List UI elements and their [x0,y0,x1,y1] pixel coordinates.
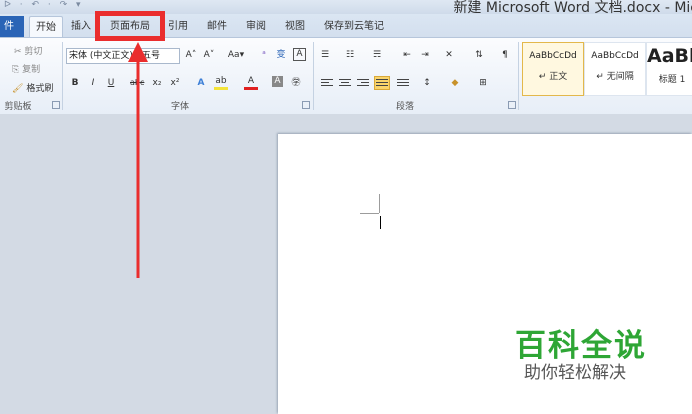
show-marks-icon[interactable]: ¶ [498,48,512,62]
superscript-button[interactable]: x² [168,76,182,90]
tab-file[interactable]: 件 [0,16,24,37]
style-heading-1[interactable]: AaBb 标题 1 [646,42,692,96]
clear-formatting-button[interactable]: ᵃ [257,48,271,62]
style-sample: AaBb [647,45,692,67]
cut-label: 剪切 [24,47,43,57]
tab-references[interactable]: 引用 [166,16,190,37]
align-center-button[interactable] [338,77,352,89]
margin-mark [360,213,379,214]
distributed-button[interactable] [396,77,410,89]
arrow-head-icon [128,42,148,62]
tab-insert[interactable]: 插入 [68,16,94,37]
format-painter-label: 格式刷 [26,84,54,94]
ribbon: ✂ 剪切 ⎘ 复制 🖌 格式刷 剪贴板 宋体 (中文正文) 五号 A˄ A˅ A… [0,37,692,115]
quick-access-toolbar[interactable]: ᐅ · ↶ · ↷ ▾ [4,0,84,14]
document-page[interactable] [278,134,692,414]
paint-bucket-icon[interactable]: ◆ [448,76,462,90]
style-sample: AaBbCcDd [591,51,639,61]
numbering-icon[interactable]: ☷ [343,48,357,62]
brush-icon: 🖌 [12,84,24,94]
group-divider [518,42,519,110]
tab-home[interactable]: 开始 [29,16,63,38]
style-normal[interactable]: AaBbCcDd ↵ 正文 [522,42,584,96]
copy-button[interactable]: ⎘ 复制 [12,62,40,75]
bold-button[interactable]: B [68,76,82,90]
copy-icon: ⎘ [12,65,20,75]
format-painter-button[interactable]: 🖌 格式刷 [12,81,53,94]
copy-label: 复制 [22,65,41,75]
enclose-characters-button[interactable]: ㊫ [289,76,303,90]
tab-review[interactable]: 审阅 [243,16,269,37]
tab-view[interactable]: 视图 [282,16,308,37]
change-case-button[interactable]: Aa▾ [226,48,246,62]
highlight-box [95,11,165,41]
style-name: ↵ 正文 [538,72,568,82]
increase-indent-icon[interactable]: ⇥ [418,48,432,62]
grow-font-button[interactable]: A˄ [184,48,198,62]
font-launcher-icon[interactable] [302,101,310,109]
text-effects-button[interactable]: A [194,76,208,90]
character-border-button[interactable]: A [293,48,306,61]
decrease-indent-icon[interactable]: ⇤ [400,48,414,62]
margin-mark [379,194,380,213]
shrink-font-button[interactable]: A˅ [202,48,216,62]
chinese-layout-icon[interactable]: ✕ [442,48,456,62]
arrow-annotation [128,42,148,278]
style-sample: AaBbCcDd [529,51,577,61]
italic-button[interactable]: I [86,76,100,90]
group-divider [62,42,63,110]
tab-mailings[interactable]: 邮件 [204,16,230,37]
align-right-button[interactable] [356,77,370,89]
sort-icon[interactable]: ⇅ [472,48,486,62]
scissors-icon: ✂ [14,47,22,57]
paragraph-group-label: 段落 [395,102,414,112]
watermark-subtitle: 助你轻松解决 [524,363,626,383]
tab-save-to-cloud-notes[interactable]: 保存到云笔记 [321,16,387,37]
phonetic-guide-button[interactable]: 变 [274,48,288,62]
text-cursor [380,216,381,229]
multilevel-list-icon[interactable]: ☴ [370,48,384,62]
paragraph-launcher-icon[interactable] [508,101,516,109]
character-shading-button[interactable]: A [272,76,283,87]
cut-button[interactable]: ✂ 剪切 [14,44,42,57]
clipboard-launcher-icon[interactable] [52,101,60,109]
line-spacing-icon[interactable]: ↕ [420,76,434,90]
underline-button[interactable]: U [104,76,118,90]
bullets-icon[interactable]: ☰ [318,48,332,62]
style-name: 标题 1 [658,75,686,85]
clipboard-group-label: 剪贴板 [4,102,32,112]
borders-icon[interactable]: ⊞ [476,76,490,90]
style-name: ↵ 无间隔 [596,72,634,82]
font-color-button[interactable]: A [244,76,258,90]
highlight-button[interactable]: ab [214,76,228,90]
align-left-button[interactable] [320,77,334,89]
justify-button[interactable] [374,76,390,90]
style-no-spacing[interactable]: AaBbCcDd ↵ 无间隔 [584,42,646,96]
group-divider [313,42,314,110]
